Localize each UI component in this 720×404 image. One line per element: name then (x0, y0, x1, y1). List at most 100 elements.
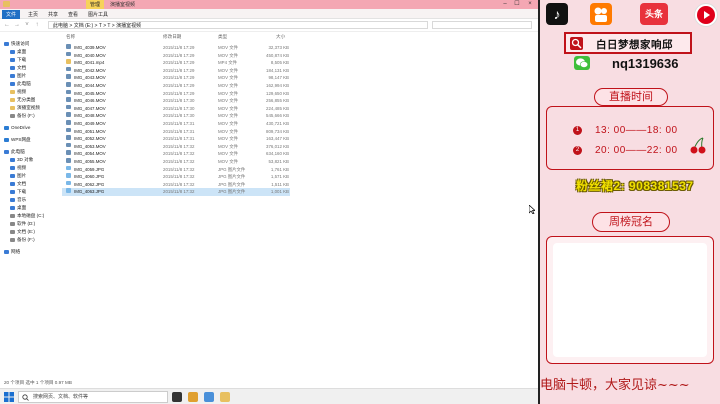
nav-item[interactable]: 下载 (10, 188, 26, 196)
file-name: IMG_4051.MOV (74, 128, 106, 134)
mouse-cursor-icon (529, 205, 535, 214)
file-row[interactable]: IMG_4055.MOV 2015/11/8 17:32 MOV 文件 53,821 … (62, 158, 290, 166)
nav-item-label: 图片 (17, 73, 27, 78)
mp4-file-icon (66, 59, 71, 64)
file-size: 184,131 KB (266, 67, 289, 73)
nav-item[interactable]: WPS网盘 (4, 136, 31, 144)
file-row[interactable]: IMG_4051.MOV 2015/11/8 17:31 MOV 文件 809,734… (62, 127, 290, 136)
footer-message: 电脑卡顿，大家见谅~~~ (540, 378, 690, 393)
nav-item-icon (10, 189, 15, 194)
nav-item[interactable]: 下载 (10, 56, 26, 64)
file-row[interactable]: IMG_4045.MOV 2015/11/8 17:29 MOV 文件 129,650… (62, 89, 290, 98)
task-view-icon[interactable] (172, 392, 182, 402)
title-bar[interactable]: 管理 演播室视频 – ☐ × (0, 0, 538, 9)
nav-item-icon (4, 249, 9, 254)
maximize-button[interactable]: ☐ (512, 0, 522, 9)
file-row[interactable]: IMG_4048.MOV 2015/11/8 17:30 MOV 文件 545,666… (62, 112, 290, 120)
nav-item-icon (4, 149, 9, 154)
file-row[interactable]: IMG_4042.MOV 2015/11/8 17:29 MOV 文件 184,131… (62, 66, 290, 75)
nav-item[interactable]: 图片 (10, 72, 26, 80)
nav-item-icon (10, 173, 15, 178)
column-header-size[interactable]: 大小 (276, 34, 285, 40)
file-row[interactable]: IMG_4060.JPG 2015/11/8 17:32 JPG 图片文件 1,571… (62, 173, 290, 181)
address-bar[interactable]: 此电脑 > 文档 (E:) > T > T > 演播室视频 (48, 21, 428, 29)
tab-file[interactable]: 文件 (2, 10, 21, 19)
file-row[interactable]: IMG_4054.MOV 2015/11/8 17:32 MOV 文件 634,160… (62, 150, 290, 158)
nav-item[interactable]: 无分类图 (10, 96, 35, 104)
file-row[interactable]: IMG_4059.JPG 2015/11/8 17:32 JPG 图片文件 1,761… (62, 165, 290, 174)
file-row[interactable]: IMG_4040.MOV 2015/11/8 17:29 MOV 文件 450,874… (62, 51, 290, 60)
taskbar-search-input[interactable]: 搜索网页、文档、软件等 (18, 391, 168, 403)
nav-item[interactable]: 演播室视频 (10, 104, 40, 112)
nav-item-label: 文档 (17, 181, 27, 186)
schedule-time-1: 13: 00——18: 00 (595, 125, 678, 136)
file-row[interactable]: IMG_4043.MOV 2015/11/8 17:29 MOV 文件 98,147 … (62, 74, 290, 82)
file-row[interactable]: IMG_4053.MOV 2015/11/8 17:32 MOV 文件 376,012… (62, 142, 290, 151)
close-button[interactable]: × (525, 0, 535, 9)
nav-item[interactable]: 网络 (4, 248, 20, 256)
nav-item[interactable]: 桌面 (10, 204, 26, 212)
nav-item-label: 音乐 (17, 197, 27, 202)
forward-arrow-icon[interactable]: → (13, 21, 21, 29)
nav-item-icon (10, 97, 15, 102)
nav-item[interactable]: 文档 (E:) (10, 228, 35, 236)
browser-icon[interactable] (188, 392, 198, 402)
file-date: 2015/11/8 17:32 (163, 151, 195, 157)
column-header-date[interactable]: 修改日期 (163, 34, 181, 40)
file-row[interactable]: IMG_4062.JPG 2015/11/8 17:32 JPG 图片文件 1,511… (62, 180, 290, 189)
file-row[interactable]: IMG_4063.JPG 2015/11/8 17:32 JPG 图片文件 1,001… (62, 188, 290, 196)
back-arrow-icon[interactable]: ← (3, 21, 11, 29)
nav-item[interactable]: 音乐 (10, 196, 26, 204)
file-row[interactable]: IMG_4039.MOV 2015/11/8 17:29 MOV 文件 32,373 … (62, 44, 290, 52)
nav-item[interactable]: 软件 (D:) (10, 220, 35, 228)
nav-item[interactable]: OneDrive (4, 124, 30, 132)
windows-start-icon[interactable] (4, 392, 14, 402)
nav-item[interactable]: 备份 (F:) (10, 112, 35, 120)
file-size: 1,001 KB (270, 189, 289, 195)
recent-chevron-icon[interactable]: ˅ (23, 21, 31, 29)
file-size: 545,666 KB (266, 113, 289, 119)
nav-item[interactable]: 此电脑 (4, 148, 25, 156)
manage-tab[interactable]: 管理 (86, 0, 105, 9)
nav-item-icon (10, 65, 15, 70)
up-arrow-icon[interactable]: ↑ (33, 21, 41, 29)
nav-item[interactable]: 本地磁盘 (C:) (10, 212, 44, 220)
nav-item[interactable]: 快速访问 (4, 40, 29, 48)
tab-view[interactable]: 查看 (64, 10, 82, 19)
nav-item[interactable]: 视频 (10, 88, 26, 96)
nav-item-icon (10, 165, 15, 170)
jpg-file-icon (66, 165, 71, 171)
fan-group-number: 粉丝裙2: 908381537 (576, 179, 694, 193)
file-row[interactable]: IMG_4041.mp4 2015/11/8 17:29 MP4 文件 8,505 K… (62, 59, 290, 67)
nav-item[interactable]: 文档 (10, 64, 26, 72)
file-row[interactable]: IMG_4046.MOV 2015/11/8 17:30 MOV 文件 256,855… (62, 97, 290, 105)
nav-item[interactable]: 文档 (10, 180, 26, 188)
search-input[interactable] (432, 21, 532, 29)
youtube-icon (694, 3, 718, 27)
nav-item[interactable]: 视频 (10, 164, 26, 172)
file-date: 2015/11/8 17:29 (163, 60, 195, 66)
nav-item[interactable]: 此电脑 (10, 80, 31, 88)
column-header-name[interactable]: 名称 (66, 34, 75, 40)
file-name: IMG_4052.MOV (74, 136, 106, 142)
nav-item[interactable]: 图片 (10, 172, 26, 180)
column-header-type[interactable]: 类型 (218, 34, 227, 40)
minimize-button[interactable]: – (500, 0, 510, 9)
file-explorer-icon[interactable] (220, 392, 230, 402)
nav-item-label: 视频 (17, 89, 27, 94)
file-row[interactable]: IMG_4049.MOV 2015/11/8 17:31 MOV 文件 430,721… (62, 120, 290, 128)
nav-item-icon (10, 49, 15, 54)
file-row[interactable]: IMG_4047.MOV 2015/11/8 17:30 MOV 文件 224,485… (62, 104, 290, 113)
file-row[interactable]: IMG_4044.MOV 2015/11/8 17:29 MOV 文件 162,994… (62, 82, 290, 90)
app-icon[interactable] (204, 392, 214, 402)
nav-item[interactable]: 3D 对象 (10, 156, 33, 164)
nav-item[interactable]: 备份 (F:) (10, 236, 35, 244)
file-row[interactable]: IMG_4052.MOV 2015/11/8 17:31 MOV 文件 163,447… (62, 135, 290, 143)
tab-home[interactable]: 主页 (24, 10, 42, 19)
address-row: ← → ˅ ↑ 此电脑 > 文档 (E:) > T > T > 演播室视频 (0, 19, 538, 32)
tab-picture-tools[interactable]: 图片工具 (84, 10, 112, 19)
nav-item[interactable]: 桌面 (10, 48, 26, 56)
file-size: 376,012 KB (266, 143, 289, 149)
cherry-icon (690, 137, 706, 154)
tab-share[interactable]: 共享 (44, 10, 62, 19)
